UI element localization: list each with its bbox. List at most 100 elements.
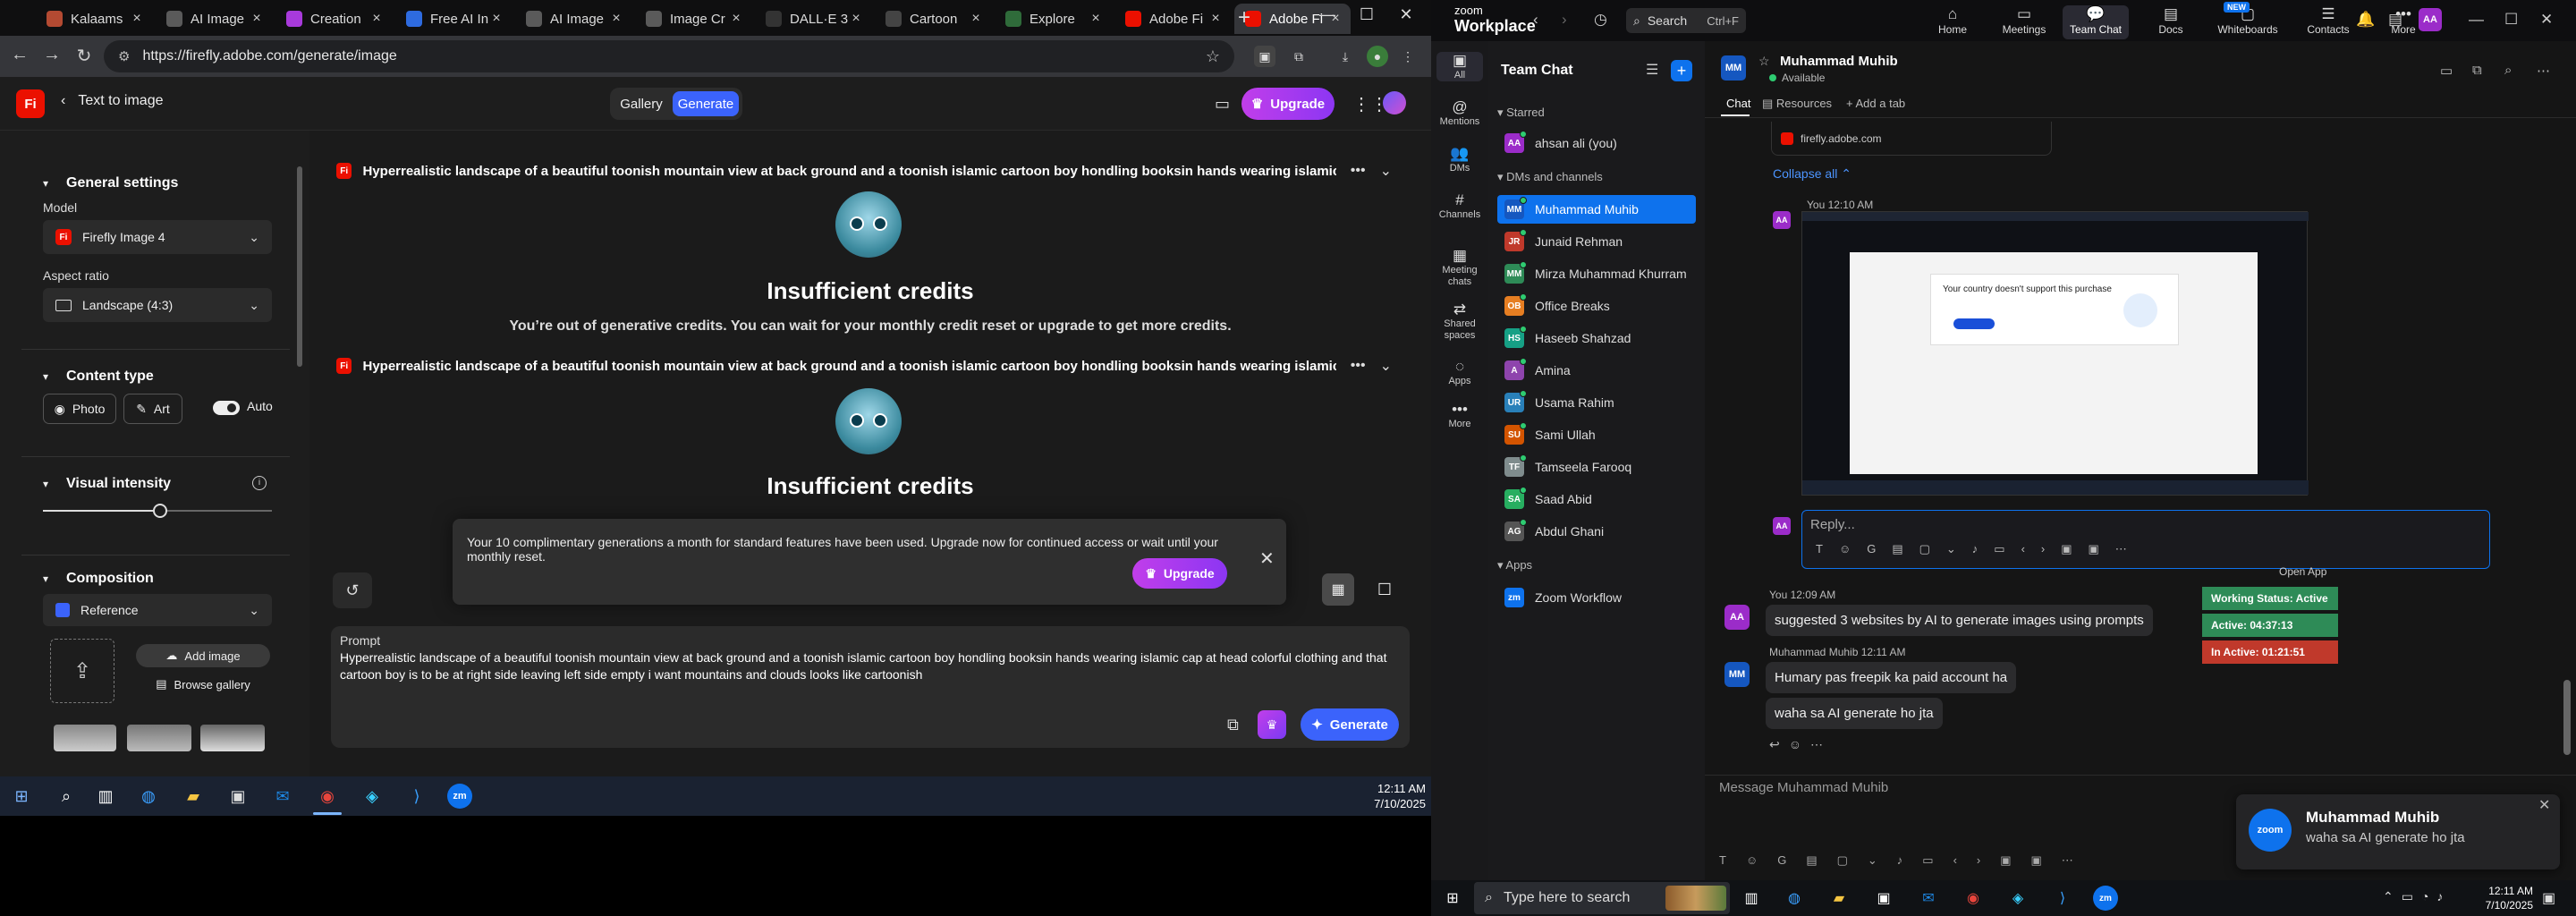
browser-tab[interactable]: Explore × bbox=[995, 4, 1111, 34]
search-icon[interactable]: ⌕ bbox=[2504, 63, 2512, 78]
chat-list-item[interactable]: AA ahsan ali (you) bbox=[1497, 129, 1696, 157]
forward-icon[interactable]: › bbox=[1562, 11, 1567, 29]
windows-start-icon[interactable]: ⊞ bbox=[9, 784, 34, 809]
chevron-down-icon[interactable]: ▾ bbox=[43, 177, 48, 190]
store-icon[interactable]: ▣ bbox=[225, 784, 250, 809]
premium-crown-button[interactable]: ♛ bbox=[1258, 710, 1286, 739]
reply-box[interactable] bbox=[1801, 510, 2490, 569]
close-tab-icon[interactable]: × bbox=[728, 11, 744, 27]
rail-mentions[interactable]: @ Mentions bbox=[1431, 98, 1488, 128]
model-select[interactable]: Fi Firefly Image 4 ⌄ bbox=[43, 220, 272, 254]
outlook-icon[interactable]: ✉ bbox=[270, 784, 295, 809]
close-tab-icon[interactable]: × bbox=[129, 11, 145, 27]
content-art-button[interactable]: ✎ Art bbox=[123, 394, 182, 424]
firefly-logo[interactable]: Fi bbox=[16, 89, 45, 118]
profile-icon[interactable]: ● bbox=[1367, 46, 1388, 67]
back-icon[interactable]: ‹ bbox=[1533, 11, 1538, 29]
close-tab-icon[interactable]: × bbox=[488, 11, 504, 27]
browser-tab[interactable]: DALL·E 3 × bbox=[755, 4, 871, 34]
zoom-icon[interactable]: zm bbox=[2093, 886, 2118, 911]
edge-icon[interactable]: ◍ bbox=[136, 784, 161, 809]
upload-image-dropzone[interactable]: ⇪ bbox=[50, 639, 114, 703]
chrome-menu-icon[interactable]: ⋮ bbox=[1397, 46, 1419, 67]
message-bubble[interactable]: waha sa AI generate ho jta bbox=[1766, 698, 1943, 729]
browser-tab[interactable]: Cartoon × bbox=[875, 4, 991, 34]
more-options-icon[interactable]: ⋯ bbox=[2537, 63, 2550, 79]
prompt-box[interactable]: Prompt Hyperrealistic landscape of a bea… bbox=[331, 626, 1410, 748]
chat-list-item[interactable]: SA Saad Abid bbox=[1497, 485, 1696, 513]
more-options-icon[interactable]: ••• bbox=[1351, 358, 1366, 374]
whiteboard-icon[interactable]: ▤ bbox=[2388, 11, 2402, 29]
compose-input[interactable]: Message Muhammad Muhib bbox=[1719, 780, 1888, 795]
close-icon[interactable]: ✕ bbox=[2538, 796, 2550, 814]
browser-tab[interactable]: AI Image × bbox=[156, 4, 272, 34]
avatar[interactable]: MM bbox=[1721, 55, 1746, 81]
notification-center-icon[interactable]: ▣ bbox=[2542, 889, 2555, 907]
system-clock[interactable]: 12:11 AM 7/10/2025 bbox=[1368, 781, 1426, 811]
info-icon[interactable]: i bbox=[252, 476, 267, 490]
browser-tab[interactable]: Adobe Fi × bbox=[1114, 4, 1231, 34]
browser-tab[interactable]: Creation × bbox=[275, 4, 392, 34]
rail-channels[interactable]: # Channels bbox=[1431, 191, 1488, 221]
grid-view-icon[interactable]: ▦ bbox=[1322, 573, 1354, 606]
close-tab-icon[interactable]: × bbox=[848, 11, 864, 27]
download-icon[interactable]: ⤓ bbox=[1335, 46, 1356, 67]
maximize-button[interactable]: ☐ bbox=[1349, 5, 1385, 24]
rail-shared-spaces[interactable]: ⇄ Shared spaces bbox=[1431, 301, 1488, 342]
site-info-icon[interactable]: ⚙ bbox=[118, 48, 130, 64]
avatar[interactable]: AA bbox=[2419, 8, 2442, 31]
gallery-tab[interactable]: Gallery bbox=[614, 91, 669, 116]
forward-icon[interactable]: → bbox=[41, 45, 63, 65]
message-actions[interactable]: ↩☺⋯ bbox=[1769, 737, 1832, 752]
vpn-icon[interactable]: ◈ bbox=[360, 784, 385, 809]
chat-list-item[interactable]: AG Abdul Ghani bbox=[1497, 517, 1696, 546]
chevron-down-icon[interactable]: ▾ bbox=[43, 478, 48, 490]
zoom-search[interactable]: ⌕ Search Ctrl+F bbox=[1626, 8, 1746, 33]
file-explorer-icon[interactable]: ▰ bbox=[181, 784, 206, 809]
starred-section[interactable]: ▾ Starred bbox=[1497, 106, 1545, 120]
nav-contacts[interactable]: ☰ Contacts bbox=[2295, 5, 2361, 39]
browser-tab[interactable]: Image Cr × bbox=[635, 4, 751, 34]
filter-icon[interactable]: ☰ bbox=[1646, 61, 1658, 79]
close-tab-icon[interactable]: × bbox=[608, 11, 624, 27]
vscode-icon[interactable]: ⟩ bbox=[2050, 886, 2075, 911]
open-app-link[interactable]: Open App bbox=[2279, 565, 2326, 578]
generate-button[interactable]: ✦ Generate bbox=[1301, 708, 1399, 741]
collapse-all-link[interactable]: Collapse all ⌃ bbox=[1773, 166, 1852, 182]
reference-thumbnail[interactable] bbox=[200, 725, 265, 751]
chat-list-item[interactable]: HS Haseeb Shahzad bbox=[1497, 324, 1696, 352]
chat-list-item[interactable]: OB Office Breaks bbox=[1497, 292, 1696, 320]
close-icon[interactable]: ✕ bbox=[1259, 547, 1275, 570]
task-view-icon[interactable]: ▥ bbox=[1739, 886, 1764, 911]
generate-tab[interactable]: Generate bbox=[673, 91, 739, 116]
search-icon[interactable]: ⌕ bbox=[54, 784, 79, 809]
add-image-button[interactable]: ☁ Add image bbox=[136, 644, 270, 667]
chat-list-item[interactable]: MM Mirza Muhammad Khurram bbox=[1497, 259, 1696, 288]
aspect-ratio-select[interactable]: Landscape (4:3) ⌄ bbox=[43, 288, 272, 322]
reply-toolbar[interactable]: T☺G▤▢⌄♪▭‹›▣▣⋯ bbox=[1816, 542, 2143, 556]
reference-thumbnail[interactable] bbox=[127, 725, 191, 751]
tab-add[interactable]: + Add a tab bbox=[1846, 97, 1905, 110]
browser-tab[interactable]: AI Image × bbox=[515, 4, 631, 34]
nav-docs[interactable]: ▤ Docs bbox=[2138, 5, 2204, 39]
chevron-down-icon[interactable]: ⌄ bbox=[1380, 357, 1392, 375]
visual-intensity-title[interactable]: Visual intensity bbox=[66, 476, 171, 492]
close-window-button[interactable]: ✕ bbox=[1388, 5, 1424, 24]
new-chat-button[interactable]: + bbox=[1671, 60, 1692, 81]
visual-intensity-slider[interactable] bbox=[43, 504, 272, 518]
extension-icon[interactable]: ▣ bbox=[1254, 46, 1275, 67]
rail-apps[interactable]: ◌ Apps bbox=[1431, 358, 1488, 387]
url-bar[interactable]: ⚙ https://firefly.adobe.com/generate/ima… bbox=[104, 40, 1234, 72]
outlook-icon[interactable]: ✉ bbox=[1916, 886, 1941, 911]
browser-tab[interactable]: Free AI In × bbox=[395, 4, 512, 34]
close-tab-icon[interactable]: × bbox=[968, 11, 984, 27]
back-icon[interactable]: ← bbox=[9, 45, 30, 65]
message-bubble[interactable]: Humary pas freepik ka paid account ha bbox=[1766, 662, 2017, 693]
video-call-icon[interactable]: ▭ bbox=[2440, 63, 2453, 79]
system-clock[interactable]: 12:11 AM 7/10/2025 bbox=[2469, 884, 2533, 912]
nav-home[interactable]: ⌂ Home bbox=[1919, 5, 1986, 39]
file-explorer-icon[interactable]: ▰ bbox=[1826, 886, 1852, 911]
feedback-chat-icon[interactable]: ▭ bbox=[1215, 95, 1230, 114]
close-icon[interactable]: ✕ bbox=[2540, 11, 2553, 29]
close-tab-icon[interactable]: × bbox=[369, 11, 385, 27]
